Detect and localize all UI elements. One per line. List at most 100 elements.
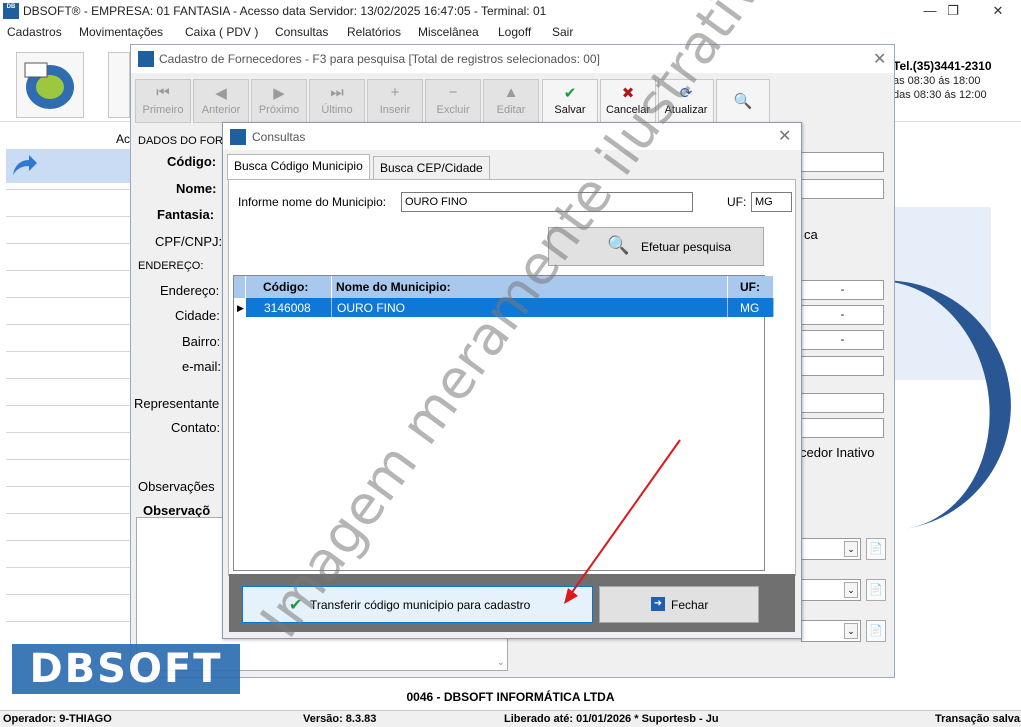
menu-consultas[interactable]: Consultas [275,25,328,39]
edit-icon: ▲ [503,84,519,101]
grid-indicator-header [234,276,246,298]
tab-busca-codigo[interactable]: Busca Código Municipio [227,154,370,180]
last-record-button[interactable]: ⏭ Último [309,79,365,123]
nome-label: Nome: [176,181,217,196]
previous-label: Anterior [201,104,241,116]
status-versao: Versão: 8.3.83 [303,713,377,725]
col-nome[interactable]: Nome do Municipio: [332,276,728,298]
cell-codigo: 3146008 [246,298,332,317]
sidebar-divider [6,513,130,514]
representante-label: Representante [134,396,220,411]
sidebar-divider [6,459,130,460]
section-dados: DADOS DO FORN [138,135,231,147]
save-button[interactable]: ✔ Salvar [542,79,598,123]
dbsoft-icon [138,51,154,67]
refresh-button[interactable]: ⟳ Atualizar [658,79,714,123]
save-label: Salvar [554,104,586,116]
doc-icon[interactable]: 📄 [866,620,886,642]
last-icon: ⏭ [330,84,344,101]
sidebar-divider [6,216,130,217]
menu-logoff[interactable]: Logoff [498,25,531,39]
window-title: DBSOFT® - EMPRESA: 01 FANTASIA - Acesso … [23,4,547,18]
email-label: e-mail: [182,359,222,374]
app-icon: DB [3,3,19,19]
search-button[interactable]: 🔍 [716,79,770,123]
status-transacao: Transação salva. [935,713,1021,725]
edit-button[interactable]: ▲ Editar [483,79,539,123]
menu-sair[interactable]: Sair [552,25,573,39]
endereco-right-field[interactable]: - [801,280,884,300]
menu-caixa-pdv[interactable]: Caixa ( PDV ) [185,25,258,39]
next-icon: ▶ [273,85,285,102]
sidebar-prefix: Ac [116,132,131,146]
check-icon: ✔ [289,597,303,614]
insert-button[interactable]: + Inserir [367,79,423,123]
hours-saturday: das 08:30 ás 12:00 [893,89,987,101]
transfer-button[interactable]: ✔ Transferir código municipio para cadas… [242,586,593,623]
cidade-right-field[interactable]: - [801,305,884,325]
sidebar-divider [6,324,130,325]
municipio-input[interactable]: OURO FINO [401,192,693,212]
first-label: Primeiro [142,104,184,116]
check-icon: ✔ [563,85,577,102]
menu-cadastros[interactable]: Cadastros [7,25,62,39]
search-button[interactable]: 🔍 Efetuar pesquisa [548,227,764,266]
menu-movimentacoes[interactable]: Movimentações [79,25,163,39]
cell-uf: MG [728,298,774,317]
sidebar-divider [6,243,130,244]
sidebar-divider [6,297,130,298]
close-window-button[interactable]: ✕ [975,0,1021,23]
nfe-logo-button[interactable] [16,52,84,118]
doc-icon[interactable]: 📄 [866,538,886,560]
tab-observacoes[interactable]: Observações [138,479,215,494]
bairro-right-field[interactable]: - [801,330,884,350]
transfer-button-label: Transferir código municipio para cadastr… [310,598,531,612]
tab-busca-cep[interactable]: Busca CEP/Cidade [373,156,490,179]
delete-button[interactable]: − Excluir [425,79,481,123]
fornecedores-title: Cadastro de Fornecedores - F3 para pesqu… [159,52,600,66]
previous-icon: ◀ [215,85,227,102]
first-record-button[interactable]: ⏮ Primeiro [135,79,191,123]
row-indicator-icon: ▶ [237,303,244,313]
fornecedores-titlebar: Cadastro de Fornecedores - F3 para pesqu… [131,45,894,73]
table-row[interactable]: 3146008 OURO FINO MG [246,298,774,317]
combo-3[interactable]: ⌄ [801,620,861,642]
sidebar-divider [6,189,130,190]
section-endereco: ENDEREÇO: [138,260,204,272]
close-icon[interactable]: ✕ [778,126,791,146]
previous-record-button[interactable]: ◀ Anterior [193,79,249,123]
consultas-title: Consultas [252,130,306,144]
sidebar-divider [6,405,130,406]
col-uf[interactable]: UF: [728,276,774,298]
sidebar-divider [6,567,130,568]
refresh-label: Atualizar [664,104,708,116]
next-record-button[interactable]: ▶ Próximo [251,79,307,123]
cidade-label: Cidade: [175,308,220,323]
email-right-field[interactable] [801,356,884,376]
insert-label: Inserir [379,104,411,116]
codigo-right-field[interactable] [801,152,884,172]
close-icon[interactable]: ✕ [873,49,886,69]
sidebar-item-selected[interactable] [6,149,130,183]
dbsoft-logo: DBSOFT [12,644,240,694]
dbsoft-icon [230,129,246,145]
contato-right-field[interactable] [801,418,884,438]
chevron-down-icon: ⌄ [844,582,858,598]
nome-right-field[interactable] [801,179,884,199]
uf-input[interactable]: MG [751,192,792,212]
menu-relatorios[interactable]: Relatórios [347,25,401,39]
combo-1[interactable]: ⌄ [801,538,861,560]
contato-label: Contato: [171,420,221,435]
combo-2[interactable]: ⌄ [801,579,861,601]
toolbar-doc-icon[interactable] [108,52,130,118]
sidebar-divider [6,621,130,622]
scroll-down-icon[interactable]: ⌄ [497,657,505,668]
cancel-button[interactable]: ✖ Cancelar [600,79,656,123]
doc-icon[interactable]: 📄 [866,579,886,601]
col-codigo[interactable]: Código: [246,276,332,298]
maximize-button[interactable]: ❐ [930,0,976,23]
menu-miscelanea[interactable]: Miscelânea [418,25,479,39]
representante-right-field[interactable] [801,393,884,413]
x-icon: ✖ [621,85,635,102]
sidebar-divider [6,540,130,541]
